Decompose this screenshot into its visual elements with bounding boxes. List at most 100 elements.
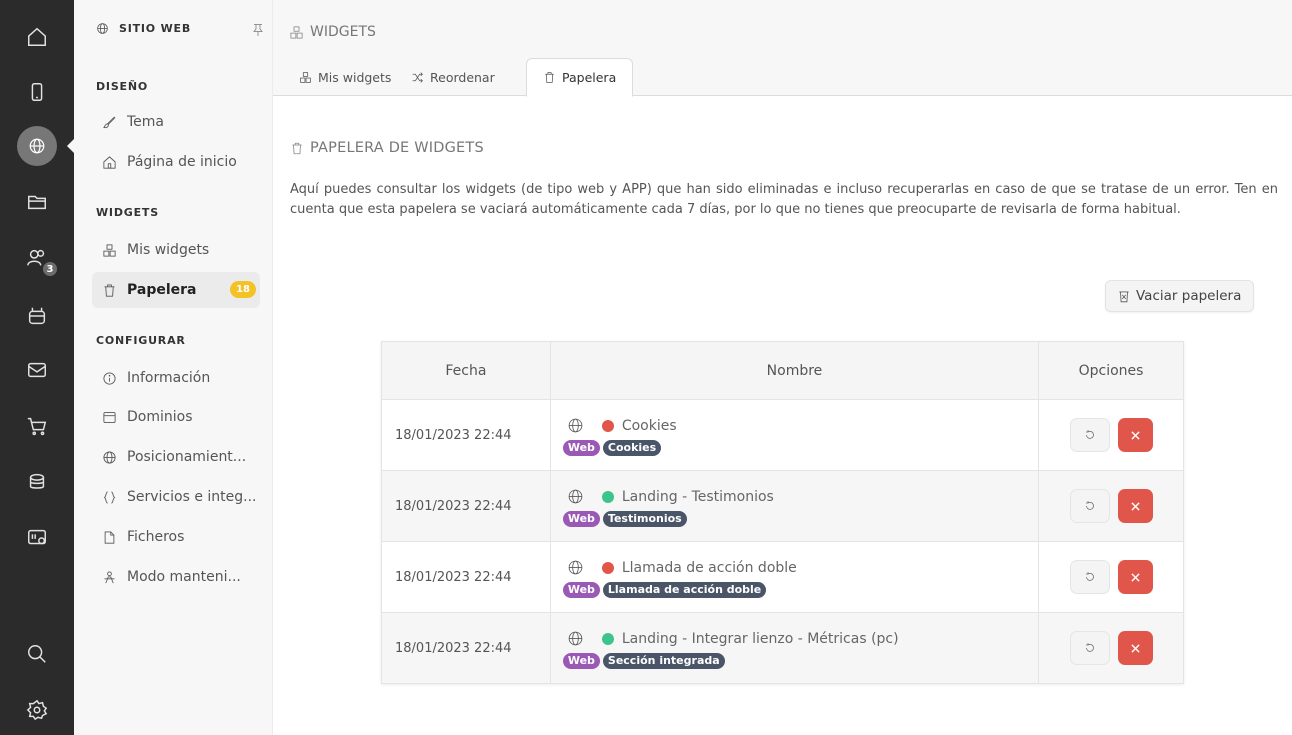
trash-icon: [545, 72, 554, 83]
sidebar-item-ficheros[interactable]: Ficheros: [92, 519, 260, 555]
trash-icon: [104, 283, 115, 297]
sidebar-item-informacion[interactable]: Información: [92, 360, 260, 396]
row-options: [1038, 470, 1184, 542]
calendar-icon[interactable]: [0, 296, 74, 336]
globe-icon: [568, 418, 583, 433]
table-header-row: Fecha Nombre Opciones: [381, 341, 1184, 400]
braces-icon: [103, 490, 116, 504]
restore-button[interactable]: [1069, 631, 1110, 665]
row-date: 18/01/2023 22:44: [381, 541, 551, 613]
row-name-cell: Cookies Web Cookies: [549, 399, 1040, 471]
restore-icon: [1085, 501, 1094, 510]
table-row: 18/01/2023 22:44 Landing - Testimonios W…: [381, 470, 1184, 542]
row-tags: Web Cookies: [562, 439, 1038, 456]
column-header-opciones: Opciones: [1038, 341, 1184, 400]
sidebar-item-tema[interactable]: Tema: [92, 104, 260, 140]
status-dot: [601, 632, 614, 645]
empty-trash-button[interactable]: Vaciar papelera: [1105, 280, 1255, 312]
delete-button[interactable]: [1117, 489, 1153, 523]
row-name-line: Landing - Testimonios: [567, 486, 1038, 508]
home-icon[interactable]: [0, 17, 74, 57]
sidebar-item-label: Página de inicio: [127, 154, 237, 170]
folder-icon[interactable]: [0, 182, 74, 222]
restore-icon: [1085, 572, 1094, 581]
row-date: 18/01/2023 22:44: [381, 399, 551, 471]
row-date: 18/01/2023 22:44: [381, 470, 551, 542]
sidebar-item-papelera[interactable]: Papelera 18: [92, 272, 260, 308]
row-name-line: Landing - Integrar lienzo - Métricas (pc…: [567, 628, 1038, 650]
sidebar-item-dominios[interactable]: Dominios: [92, 399, 260, 435]
section-configurar: CONFIGURAR: [96, 334, 186, 347]
tag-widget: Sección integrada: [602, 652, 725, 669]
sidebar: SITIO WEB DISEÑO Tema Página de inicio W…: [74, 0, 273, 735]
file-icon: [104, 530, 115, 544]
row-name: Landing - Testimonios: [621, 488, 774, 505]
trash-x-icon: [1119, 291, 1129, 303]
tag-type: Web: [562, 652, 600, 669]
cart-icon[interactable]: [0, 406, 74, 446]
sidebar-item-label: Modo manteni...: [127, 569, 241, 585]
sidebar-item-mantenimiento[interactable]: Modo manteni...: [92, 559, 260, 595]
restore-button[interactable]: [1069, 489, 1110, 523]
restore-icon: [1085, 643, 1094, 652]
row-options: [1038, 399, 1184, 471]
pin-icon[interactable]: [252, 22, 264, 41]
coins-icon[interactable]: [0, 462, 74, 502]
tab-label: Reordenar: [430, 69, 495, 85]
close-icon: [1130, 643, 1140, 653]
mobile-icon[interactable]: [0, 72, 74, 112]
trash-table: Fecha Nombre Opciones 18/01/2023 22:44 C…: [381, 341, 1184, 684]
users-badge: 3: [41, 260, 59, 278]
sidebar-item-label: Dominios: [127, 409, 193, 425]
delete-button[interactable]: [1117, 631, 1153, 665]
trash-icon: [292, 142, 302, 154]
row-options: [1038, 612, 1184, 684]
status-dot: [601, 490, 614, 503]
section-widgets: WIDGETS: [96, 206, 159, 219]
restore-button[interactable]: [1069, 560, 1110, 594]
row-tags: Web Sección integrada: [562, 652, 1038, 669]
sidebar-item-label: Papelera: [127, 282, 197, 298]
tag-type: Web: [562, 510, 600, 527]
widgets-icon: [300, 71, 311, 83]
stats-icon[interactable]: [0, 518, 74, 558]
row-name-cell: Landing - Testimonios Web Testimonios: [549, 470, 1040, 542]
globe-icon[interactable]: [0, 126, 74, 166]
tag-type: Web: [562, 439, 600, 456]
users-icon[interactable]: 3: [0, 238, 74, 278]
delete-button[interactable]: [1117, 418, 1153, 452]
row-name-line: Cookies: [567, 415, 1038, 437]
widgets-icon: [103, 243, 116, 257]
row-name-line: Llamada de acción doble: [567, 557, 1038, 579]
tab-papelera[interactable]: Papelera: [526, 58, 634, 97]
close-icon: [1130, 501, 1140, 511]
row-tags: Web Testimonios: [562, 510, 1038, 527]
row-name-cell: Llamada de acción doble Web Llamada de a…: [549, 541, 1040, 613]
close-icon: [1130, 572, 1140, 582]
gear-icon[interactable]: [0, 690, 74, 730]
sidebar-header: SITIO WEB: [96, 22, 191, 35]
row-name-cell: Landing - Integrar lienzo - Métricas (pc…: [549, 612, 1040, 684]
sidebar-item-label: Ficheros: [127, 529, 185, 545]
sidebar-item-posicionamiento[interactable]: Posicionamient...: [92, 439, 260, 475]
tag-widget: Testimonios: [602, 510, 687, 527]
sidebar-item-mis-widgets[interactable]: Mis widgets: [92, 232, 260, 268]
empty-trash-label: Vaciar papelera: [1136, 288, 1242, 304]
restore-button[interactable]: [1069, 418, 1110, 452]
breadcrumb-label: WIDGETS: [310, 24, 376, 40]
sidebar-item-servicios[interactable]: Servicios e integ...: [92, 479, 260, 515]
column-header-fecha: Fecha: [381, 341, 551, 400]
delete-button[interactable]: [1117, 560, 1153, 594]
tab-reordenar[interactable]: Reordenar: [395, 58, 511, 96]
close-icon: [1130, 430, 1140, 440]
trash-count-badge: 18: [230, 281, 256, 298]
browser-icon: [103, 411, 116, 423]
mail-icon[interactable]: [0, 350, 74, 390]
row-tags: Web Llamada de acción doble: [562, 581, 1038, 598]
table-row: 18/01/2023 22:44 Landing - Integrar lien…: [381, 612, 1184, 684]
page-heading: PAPELERA DE WIDGETS: [290, 140, 484, 156]
search-icon[interactable]: [0, 634, 74, 674]
sidebar-item-pagina-inicio[interactable]: Página de inicio: [92, 144, 260, 180]
sidebar-item-label: Tema: [127, 114, 165, 130]
tab-mis-widgets[interactable]: Mis widgets: [283, 58, 407, 96]
